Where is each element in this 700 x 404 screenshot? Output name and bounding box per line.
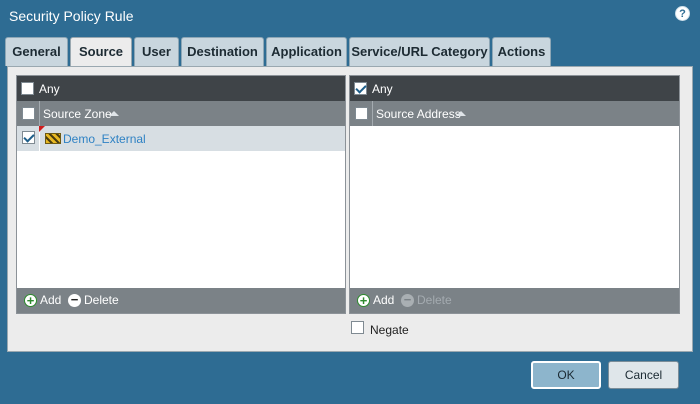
source-address-any-label: Any	[372, 82, 393, 96]
source-zone-box: Any Source Zone Demo_External + Add − De…	[16, 75, 346, 314]
zone-link[interactable]: Demo_External	[63, 132, 146, 146]
source-zone-any-header: Any	[17, 76, 345, 101]
tab-service-url-category[interactable]: Service/URL Category	[349, 37, 490, 66]
source-zone-any-label: Any	[39, 82, 60, 96]
tab-user[interactable]: User	[134, 37, 179, 66]
tab-general[interactable]: General	[5, 37, 68, 66]
source-address-any-checkbox[interactable]	[354, 82, 367, 95]
tab-source[interactable]: Source	[70, 37, 132, 67]
source-address-delete-button: Delete	[417, 293, 452, 307]
negate-label: Negate	[370, 323, 409, 337]
source-address-any-header: Any	[350, 76, 679, 101]
delete-icon: −	[401, 293, 414, 307]
column-divider	[372, 101, 373, 126]
source-address-box: Any Source Address + Add − Delete	[349, 75, 680, 314]
source-address-add-button[interactable]: Add	[373, 293, 394, 307]
source-tab-panel: Any Source Zone Demo_External + Add − De…	[7, 66, 693, 352]
source-address-column-header[interactable]: Source Address	[350, 101, 679, 126]
add-icon[interactable]: +	[357, 294, 370, 307]
source-address-footer: + Add − Delete	[350, 288, 679, 313]
sort-ascending-icon	[109, 111, 119, 116]
source-zone-footer: + Add − Delete	[17, 288, 345, 313]
source-zone-add-button[interactable]: Add	[40, 293, 61, 307]
help-icon[interactable]: ?	[675, 6, 690, 21]
column-divider	[39, 101, 40, 126]
delete-icon[interactable]: −	[68, 293, 81, 307]
cancel-button[interactable]: Cancel	[608, 361, 679, 389]
table-row[interactable]: Demo_External	[17, 126, 345, 151]
source-address-column-label: Source Address	[376, 107, 461, 121]
dialog-title: Security Policy Rule	[9, 8, 134, 24]
tab-destination[interactable]: Destination	[181, 37, 264, 66]
add-icon[interactable]: +	[24, 294, 37, 307]
source-zone-column-header[interactable]: Source Zone	[17, 101, 345, 126]
select-all-checkbox[interactable]	[22, 107, 35, 120]
source-zone-column-label: Source Zone	[43, 107, 112, 121]
zone-icon	[45, 133, 61, 144]
ok-button[interactable]: OK	[531, 361, 601, 389]
tab-application[interactable]: Application	[266, 37, 347, 66]
tab-actions[interactable]: Actions	[492, 37, 551, 66]
sort-ascending-icon	[456, 111, 466, 116]
source-zone-delete-button[interactable]: Delete	[84, 293, 119, 307]
negate-checkbox[interactable]	[351, 321, 364, 334]
source-zone-any-checkbox[interactable]	[21, 82, 34, 95]
select-all-checkbox[interactable]	[355, 107, 368, 120]
row-checkbox[interactable]	[22, 131, 35, 144]
modified-flag-icon	[39, 126, 45, 132]
